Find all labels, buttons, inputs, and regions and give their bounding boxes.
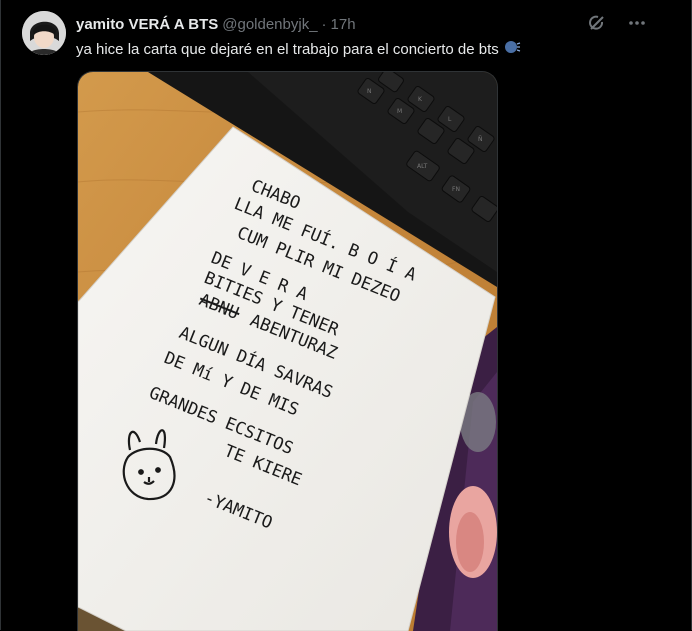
svg-text:FN: FN [452, 186, 460, 193]
svg-text:N: N [367, 88, 372, 95]
author-handle[interactable]: @goldenbyjk_ [222, 16, 317, 33]
tweet-actions [586, 12, 648, 34]
separator-dot: · [321, 15, 327, 33]
tweet-header: yamito VERÁ A BTS @goldenbyjk_ · 17h [76, 13, 672, 35]
grok-icon[interactable] [586, 12, 608, 34]
svg-text:ALT: ALT [417, 163, 428, 170]
avatar[interactable] [22, 11, 66, 55]
speaking-head-icon [503, 38, 521, 62]
photo-scene: N M K L Ñ ALT FN CHABO LLA ME FUÍ. B O Í… [78, 72, 497, 631]
timeline-border-left [0, 0, 1, 630]
avatar-image [22, 11, 66, 55]
tweet-photo[interactable]: N M K L Ñ ALT FN CHABO LLA ME FUÍ. B O Í… [77, 71, 498, 631]
more-icon[interactable] [626, 12, 648, 34]
tweet-text: ya hice la carta que dejaré en el trabaj… [76, 38, 652, 62]
svg-text:Ñ: Ñ [478, 136, 483, 143]
author-name[interactable]: yamito VERÁ A BTS [76, 16, 218, 33]
tweet-body: ya hice la carta que dejaré en el trabaj… [76, 41, 499, 58]
svg-text:M: M [397, 108, 402, 115]
timestamp[interactable]: 17h [331, 16, 356, 33]
